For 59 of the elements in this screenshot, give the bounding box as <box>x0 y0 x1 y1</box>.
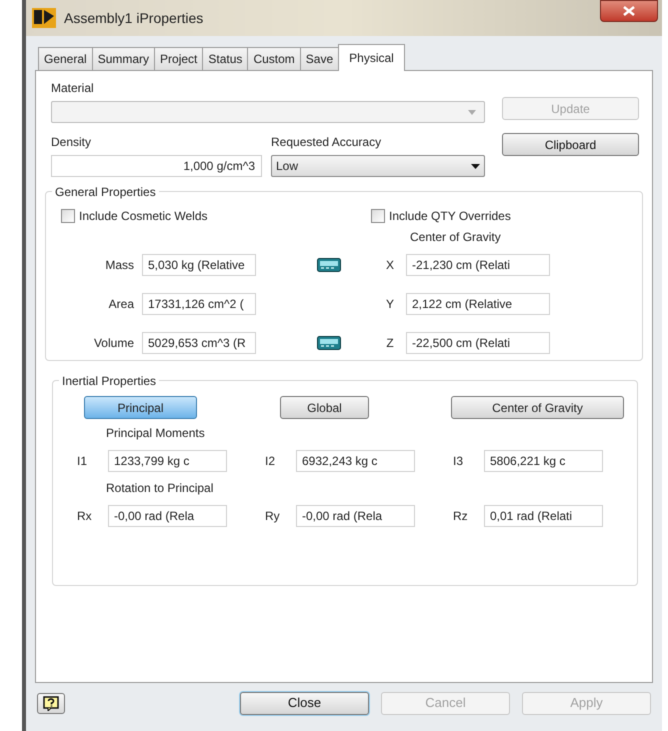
field-label: I2 <box>264 453 276 470</box>
value-field[interactable]: 1233,799 kg c <box>108 450 227 472</box>
close-button[interactable] <box>600 0 658 22</box>
field-label: Rz <box>452 508 469 525</box>
close-icon <box>623 6 635 16</box>
field-label: Area <box>108 297 134 311</box>
value-field[interactable]: -21,230 cm (Relati <box>406 254 550 276</box>
dropdown-value: Low <box>276 158 298 175</box>
checkbox-label: Include Cosmetic Welds <box>79 208 208 225</box>
value-field[interactable]: 2,122 cm (Relative <box>406 293 550 315</box>
tab[interactable]: Status <box>202 47 248 70</box>
tab[interactable]: General <box>38 47 93 70</box>
tab[interactable]: Physical <box>338 44 405 71</box>
dropdown-arrow-icon <box>468 110 476 114</box>
clipboard-button[interactable]: Clipboard <box>502 133 639 156</box>
tab[interactable]: Custom <box>247 47 301 70</box>
accuracy-label: Requested Accuracy <box>271 134 382 151</box>
tab[interactable]: Save <box>300 47 340 70</box>
center-of-gravity-label: Center of Gravity <box>410 230 501 244</box>
checkbox[interactable] <box>61 209 75 223</box>
axis-label: Y <box>386 297 394 311</box>
tab[interactable]: Summary <box>92 47 156 70</box>
app-logo-icon <box>32 8 56 28</box>
axis-label: Z <box>386 336 394 350</box>
principal-moments-label: Principal Moments <box>106 426 205 440</box>
field-label: Rx <box>76 508 93 525</box>
value-field[interactable]: -0,00 rad (Rela <box>108 505 227 527</box>
field-label: I1 <box>76 453 88 470</box>
window-title: Assembly1 iProperties <box>64 8 204 28</box>
checkbox[interactable] <box>371 209 385 223</box>
view-toggle-button[interactable]: Global <box>280 396 369 419</box>
field-label: Mass <box>105 258 134 272</box>
value-field[interactable]: 5,030 kg (Relative <box>142 254 256 276</box>
checkbox-label: Include QTY Overrides <box>389 208 511 225</box>
value-field[interactable]: -0,00 rad (Rela <box>296 505 415 527</box>
value-field[interactable]: 5029,653 cm^3 (R <box>142 332 256 354</box>
tab[interactable]: Project <box>154 47 204 70</box>
value-field[interactable]: 6932,243 kg c <box>296 450 415 472</box>
axis-label: X <box>386 258 394 272</box>
density-label: Density <box>51 134 92 151</box>
calculator-icon[interactable] <box>317 336 341 350</box>
material-label: Material <box>51 80 95 97</box>
field-label: I3 <box>452 453 464 470</box>
dialog-button[interactable]: Close <box>240 692 369 714</box>
dropdown-arrow-icon <box>471 164 480 168</box>
accuracy-dropdown[interactable]: Low <box>271 155 485 177</box>
help-icon <box>43 696 59 710</box>
value-field[interactable]: 0,01 rad (Relati <box>484 505 603 527</box>
value-field[interactable]: 17331,126 cm^2 ( <box>142 293 256 315</box>
density-field[interactable]: 1,000 g/cm^3 <box>51 155 262 177</box>
field-label: Volume <box>94 336 134 350</box>
view-toggle-button[interactable]: Principal <box>84 396 197 419</box>
field-label: Ry <box>264 508 281 525</box>
view-toggle-button[interactable]: Center of Gravity <box>451 396 624 419</box>
value-field[interactable]: 5806,221 kg c <box>484 450 603 472</box>
calculator-icon[interactable] <box>317 258 341 272</box>
rotation-label: Rotation to Principal <box>106 481 214 495</box>
value-field[interactable]: -22,500 cm (Relati <box>406 332 550 354</box>
help-button[interactable] <box>37 692 65 714</box>
